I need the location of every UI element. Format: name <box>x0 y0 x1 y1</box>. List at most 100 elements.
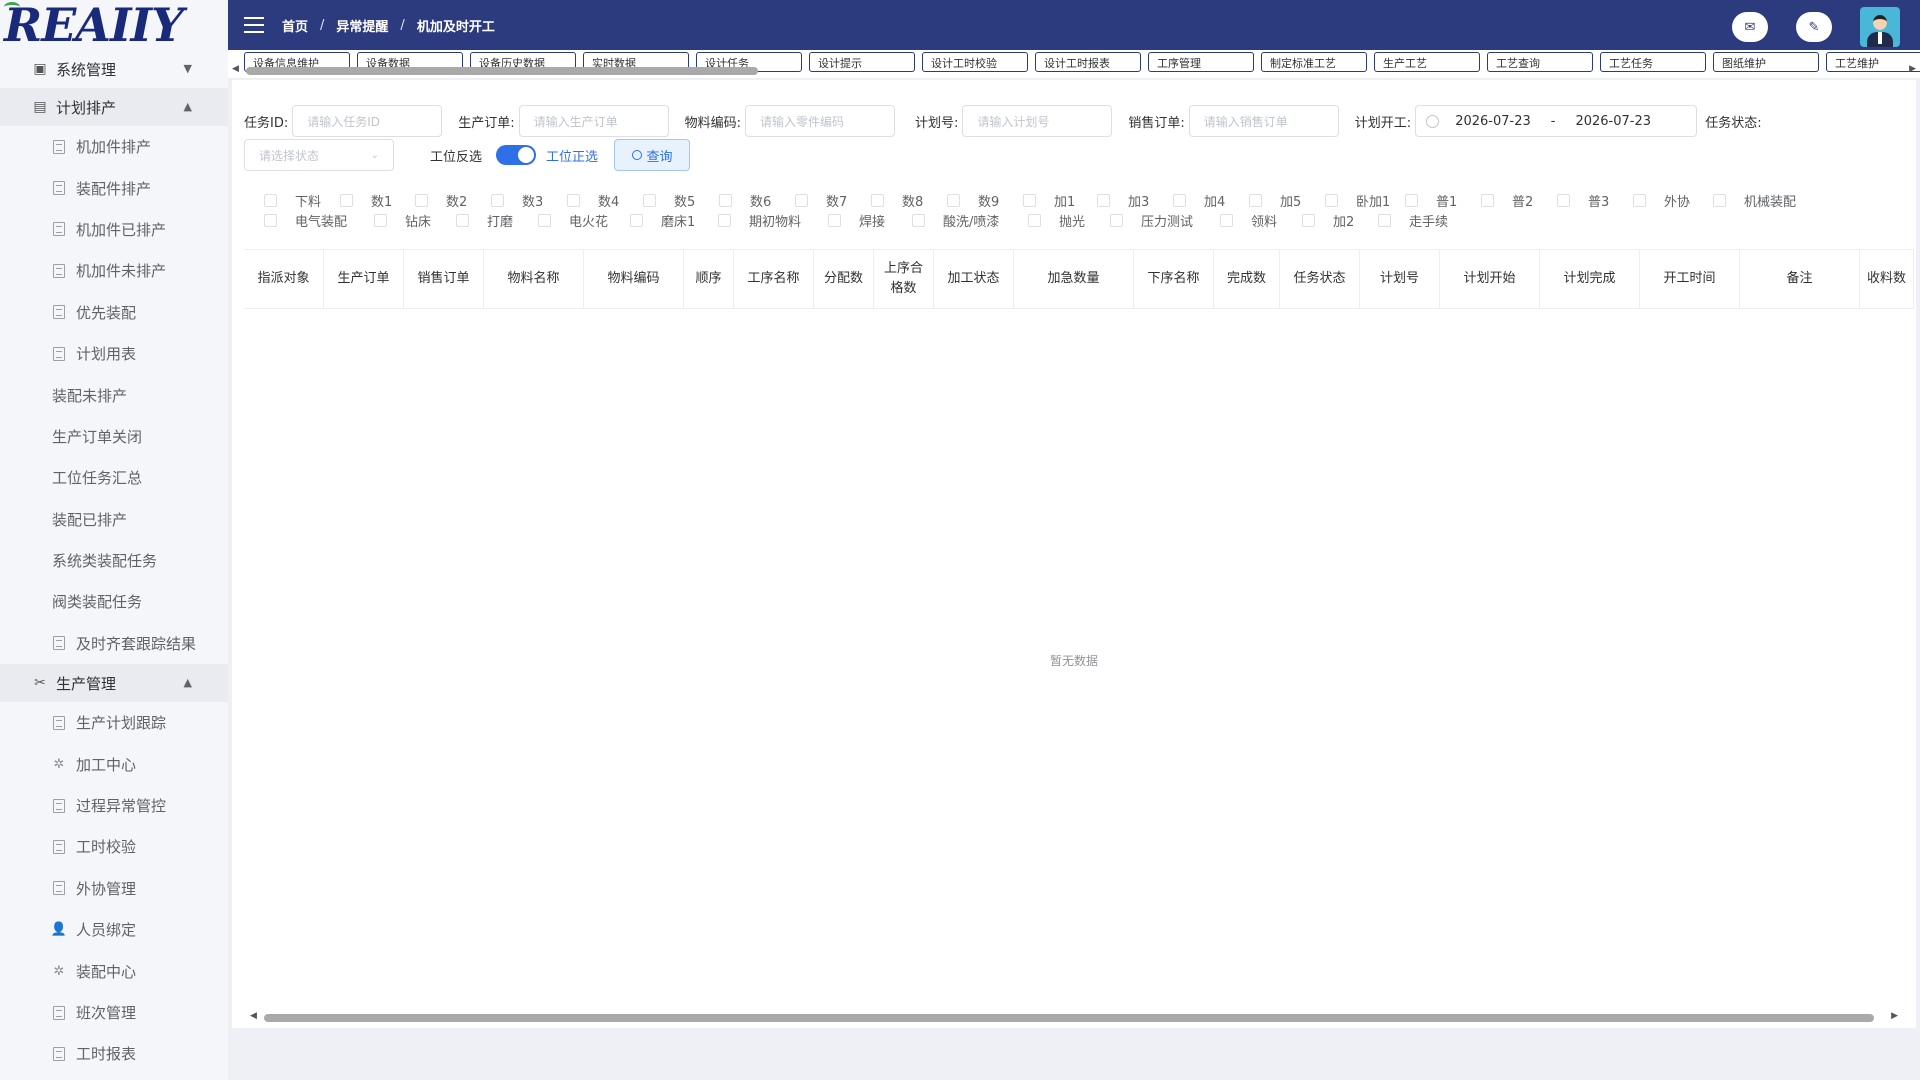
column-header[interactable]: 工序名称 <box>734 250 814 308</box>
station-checkbox[interactable]: 焊接 <box>828 211 912 230</box>
checkbox-box[interactable] <box>719 193 732 207</box>
checkbox-box[interactable] <box>871 193 884 207</box>
checkbox-box[interactable] <box>1097 193 1110 207</box>
checkbox-box[interactable] <box>912 213 925 227</box>
sidebar-item[interactable]: 机加件未排产 <box>0 250 228 291</box>
tabs-scrollbar[interactable] <box>246 67 758 75</box>
checkbox-box[interactable] <box>567 193 580 207</box>
checkbox-box[interactable] <box>264 213 277 227</box>
tab[interactable]: 制定标准工艺 <box>1261 52 1367 72</box>
sidebar-item[interactable]: 外协管理 <box>0 868 228 909</box>
checkbox-box[interactable] <box>828 213 841 227</box>
station-checkbox[interactable]: 普2 <box>1481 191 1557 210</box>
checkbox-box[interactable] <box>1378 213 1391 227</box>
station-toggle[interactable] <box>496 145 537 165</box>
station-checkbox[interactable]: 酸洗/喷漆 <box>912 211 1028 230</box>
table-scrollbar[interactable] <box>264 1014 1874 1022</box>
checkbox-box[interactable] <box>718 213 731 227</box>
date-start[interactable]: 2026-07-23 <box>1455 114 1531 129</box>
sidebar-item[interactable]: 系统类装配任务 <box>0 540 228 581</box>
station-checkbox[interactable]: 加2 <box>1302 211 1378 230</box>
checkbox-box[interactable] <box>1481 193 1494 207</box>
checkbox-box[interactable] <box>491 193 504 207</box>
column-header[interactable]: 完成数 <box>1214 250 1280 308</box>
checkbox-box[interactable] <box>1023 193 1036 207</box>
sidebar-group-2[interactable]: ✂ 生产管理 ▲ <box>0 664 228 703</box>
checkbox-box[interactable] <box>1713 193 1726 207</box>
station-checkbox[interactable]: 机械装配 <box>1713 191 1813 210</box>
sidebar-item[interactable]: 机加件排产 <box>0 126 228 167</box>
edit-icon[interactable]: ✎ <box>1796 12 1832 42</box>
checkbox-box[interactable] <box>1633 193 1646 207</box>
sidebar-item[interactable]: 过程异常管控 <box>0 785 228 826</box>
station-checkbox[interactable]: 加3 <box>1097 191 1173 210</box>
prod-order-input[interactable]: 请输入生产订单 <box>518 105 669 137</box>
station-checkbox[interactable]: 加5 <box>1249 191 1325 210</box>
column-header[interactable]: 计划号 <box>1360 250 1440 308</box>
checkbox-box[interactable] <box>643 193 656 207</box>
sidebar-item[interactable]: 装配件排产 <box>0 167 228 208</box>
tab[interactable]: 工艺维护 <box>1826 52 1920 72</box>
query-button[interactable]: 查询 <box>614 139 691 171</box>
sidebar-item[interactable]: 装配未排产 <box>0 374 228 415</box>
column-header[interactable]: 计划完成 <box>1540 250 1640 308</box>
tab[interactable]: 设计工时校验 <box>922 52 1028 72</box>
tab[interactable]: 设计工时报表 <box>1035 52 1141 72</box>
sidebar-item[interactable]: 班次管理 <box>0 992 228 1033</box>
checkbox-box[interactable] <box>456 213 469 227</box>
sidebar-item[interactable]: 👤 人员绑定 <box>0 909 228 950</box>
station-checkbox[interactable]: 电气装配 <box>264 211 374 230</box>
sidebar-item[interactable]: 装配已排产 <box>0 499 228 540</box>
checkbox-box[interactable] <box>947 193 960 207</box>
tabs-right-arrow-icon[interactable]: ▶ <box>1909 64 1916 74</box>
station-checkbox[interactable]: 数2 <box>415 191 491 210</box>
station-checkbox[interactable]: 下料 <box>264 191 340 210</box>
checkbox-box[interactable] <box>1249 193 1262 207</box>
column-header[interactable]: 物料名称 <box>484 250 584 308</box>
checkbox-box[interactable] <box>1302 213 1315 227</box>
column-header[interactable]: 指派对象 <box>244 250 324 308</box>
station-checkbox[interactable]: 数5 <box>643 191 719 210</box>
tab[interactable]: 工序管理 <box>1148 52 1254 72</box>
station-checkbox[interactable]: 期初物料 <box>718 211 828 230</box>
checkbox-box[interactable] <box>1110 213 1123 227</box>
checkbox-box[interactable] <box>264 193 277 207</box>
station-checkbox[interactable]: 普3 <box>1557 191 1633 210</box>
column-header[interactable]: 下序名称 <box>1134 250 1214 308</box>
column-header[interactable]: 任务状态 <box>1280 250 1360 308</box>
station-checkbox[interactable]: 外协 <box>1633 191 1713 210</box>
checkbox-box[interactable] <box>1173 193 1186 207</box>
column-header[interactable]: 生产订单 <box>324 250 404 308</box>
checkbox-box[interactable] <box>1028 213 1041 227</box>
sidebar-item[interactable]: 阀类装配任务 <box>0 581 228 622</box>
sidebar-group-0[interactable]: ▣ 系统管理 ▼ <box>0 50 228 88</box>
station-checkbox[interactable]: 加1 <box>1023 191 1097 210</box>
date-end[interactable]: 2026-07-23 <box>1575 114 1651 129</box>
station-checkbox[interactable]: 数1 <box>340 191 415 210</box>
checkbox-box[interactable] <box>1220 213 1233 227</box>
plan-no-input[interactable]: 请输入计划号 <box>962 105 1113 137</box>
station-checkbox[interactable]: 压力测试 <box>1110 211 1220 230</box>
station-checkbox[interactable]: 卧加1 <box>1325 191 1405 210</box>
sidebar-group-1[interactable]: ▤ 计划排产 ▲ <box>0 88 228 126</box>
sidebar-item[interactable]: 及时齐套跟踪结果 <box>0 623 228 664</box>
station-checkbox[interactable]: 数6 <box>719 191 795 210</box>
hamburger-menu-icon[interactable] <box>244 17 264 33</box>
plan-start-date-range[interactable]: 2026-07-23 - 2026-07-23 <box>1415 105 1698 137</box>
station-checkbox[interactable]: 数3 <box>491 191 567 210</box>
column-header[interactable]: 备注 <box>1740 250 1860 308</box>
checkbox-box[interactable] <box>1325 193 1338 207</box>
sidebar-item[interactable]: 优先装配 <box>0 292 228 333</box>
checkbox-box[interactable] <box>1557 193 1570 207</box>
station-checkbox[interactable]: 电火花 <box>538 211 630 230</box>
station-checkbox[interactable]: 数9 <box>947 191 1023 210</box>
checkbox-box[interactable] <box>374 213 387 227</box>
column-header[interactable]: 顺序 <box>684 250 734 308</box>
column-header[interactable]: 加急数量 <box>1014 250 1134 308</box>
table-scroll-right-icon[interactable]: ▶ <box>1891 1011 1898 1021</box>
column-header[interactable]: 加工状态 <box>934 250 1014 308</box>
tab[interactable]: 生产工艺 <box>1374 52 1480 72</box>
station-checkbox[interactable]: 数8 <box>871 191 947 210</box>
material-code-input[interactable]: 请输入零件编码 <box>745 105 896 137</box>
tab[interactable]: 图纸维护 <box>1713 52 1819 72</box>
